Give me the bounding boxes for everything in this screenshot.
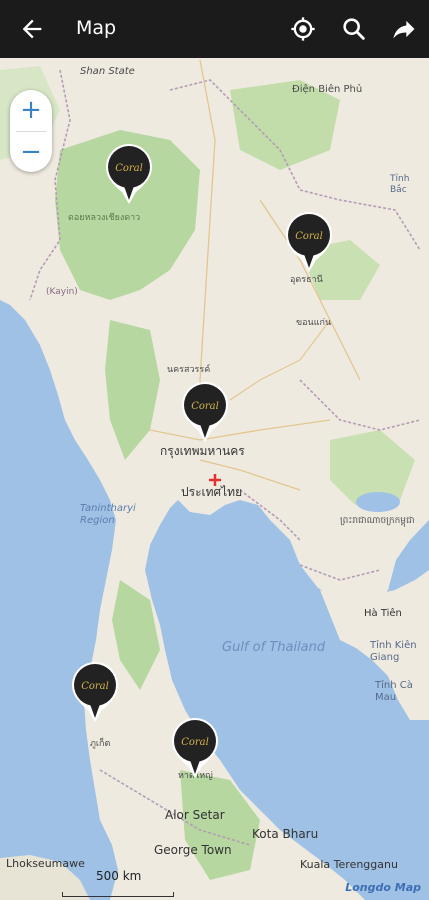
map-label-shan-state: Shan State (80, 66, 135, 77)
map-pin-icon: Coral (72, 662, 118, 722)
zoom-in-button[interactable]: + (10, 90, 52, 130)
svg-text:Coral: Coral (115, 163, 143, 174)
map-pin-icon: Coral (172, 718, 218, 778)
map-label-alor-setar: Alor Setar (165, 808, 225, 822)
coral-marker-northeast[interactable]: Coral (284, 210, 334, 274)
app-bar: Map (0, 0, 429, 58)
zoom-control: + − (10, 90, 52, 172)
map-label-george-town: George Town (154, 843, 232, 857)
scale-label: 500 km (96, 869, 142, 883)
map-label-khon-kaen: ขอนแก่น (296, 318, 332, 328)
svg-text:Coral: Coral (295, 231, 323, 242)
map-label-kuala-terengganu: Kuala Terengganu (300, 858, 398, 871)
map-attribution[interactable]: Longdo Map (345, 881, 421, 894)
search-icon[interactable] (340, 15, 368, 43)
map-label-dien-bien-phu: Điện Biên Phủ (292, 84, 363, 95)
coral-marker-hat-yai[interactable]: Coral (170, 716, 220, 780)
map-pin-icon: Coral (106, 144, 152, 204)
map-label-udon: อุดรธานี (290, 275, 323, 285)
coral-marker-north[interactable]: Coral (104, 142, 154, 206)
map-label-tinh-ca-mau: Tỉnh Cà Mau (375, 680, 413, 703)
svg-text:Coral: Coral (181, 737, 209, 748)
coral-marker-phuket[interactable]: Coral (70, 660, 120, 724)
svg-text:Coral: Coral (191, 401, 219, 412)
map-label-phuket: ภูเก็ต (90, 739, 111, 749)
coral-marker-bangkok[interactable]: Coral (180, 380, 230, 444)
scale-line (62, 892, 174, 897)
map-label-tanintharyi: Tanintharyi Region (80, 503, 136, 526)
map-label-gulf-of-thailand: Gulf of Thailand (222, 640, 326, 655)
map-pin-icon: Coral (182, 382, 228, 442)
svg-text:Coral: Coral (81, 681, 109, 692)
map-pin-icon: Coral (286, 212, 332, 272)
my-location-icon[interactable] (289, 15, 317, 43)
map-label-thailand: ประเทศไทย (181, 485, 243, 499)
map-label-tinh-bac: Tỉnh Bắc (390, 174, 410, 195)
arrow-left-icon[interactable] (18, 15, 46, 43)
map-label-kota-bharu: Kota Bharu (252, 827, 319, 841)
map-label-nakhon-sawan: นครสวรรค์ (167, 365, 211, 375)
map-label-chiang-mai: ดอยหลวงเชียงดาว (68, 213, 141, 223)
share-icon[interactable] (390, 15, 418, 43)
map-screen: Map Shan State Điện Biên Phủ ดอยหลวงเชีย… (0, 0, 429, 900)
map-label-bangkok: กรุงเทพมหานคร (160, 444, 245, 458)
map-label-kayin: (Kayin) (46, 287, 78, 297)
map-label-ha-tien: Hà Tiên (364, 608, 402, 619)
map-label-tinh-kien-giang: Tỉnh Kiên Giang (370, 640, 417, 663)
page-title: Map (76, 17, 117, 39)
zoom-out-button[interactable]: − (10, 132, 52, 172)
map-label-lhokseumawe: Lhokseumawe (6, 857, 85, 870)
map-label-cambodia: ព្រះរាជាណាចក្រកម្ពុជា (340, 516, 415, 526)
